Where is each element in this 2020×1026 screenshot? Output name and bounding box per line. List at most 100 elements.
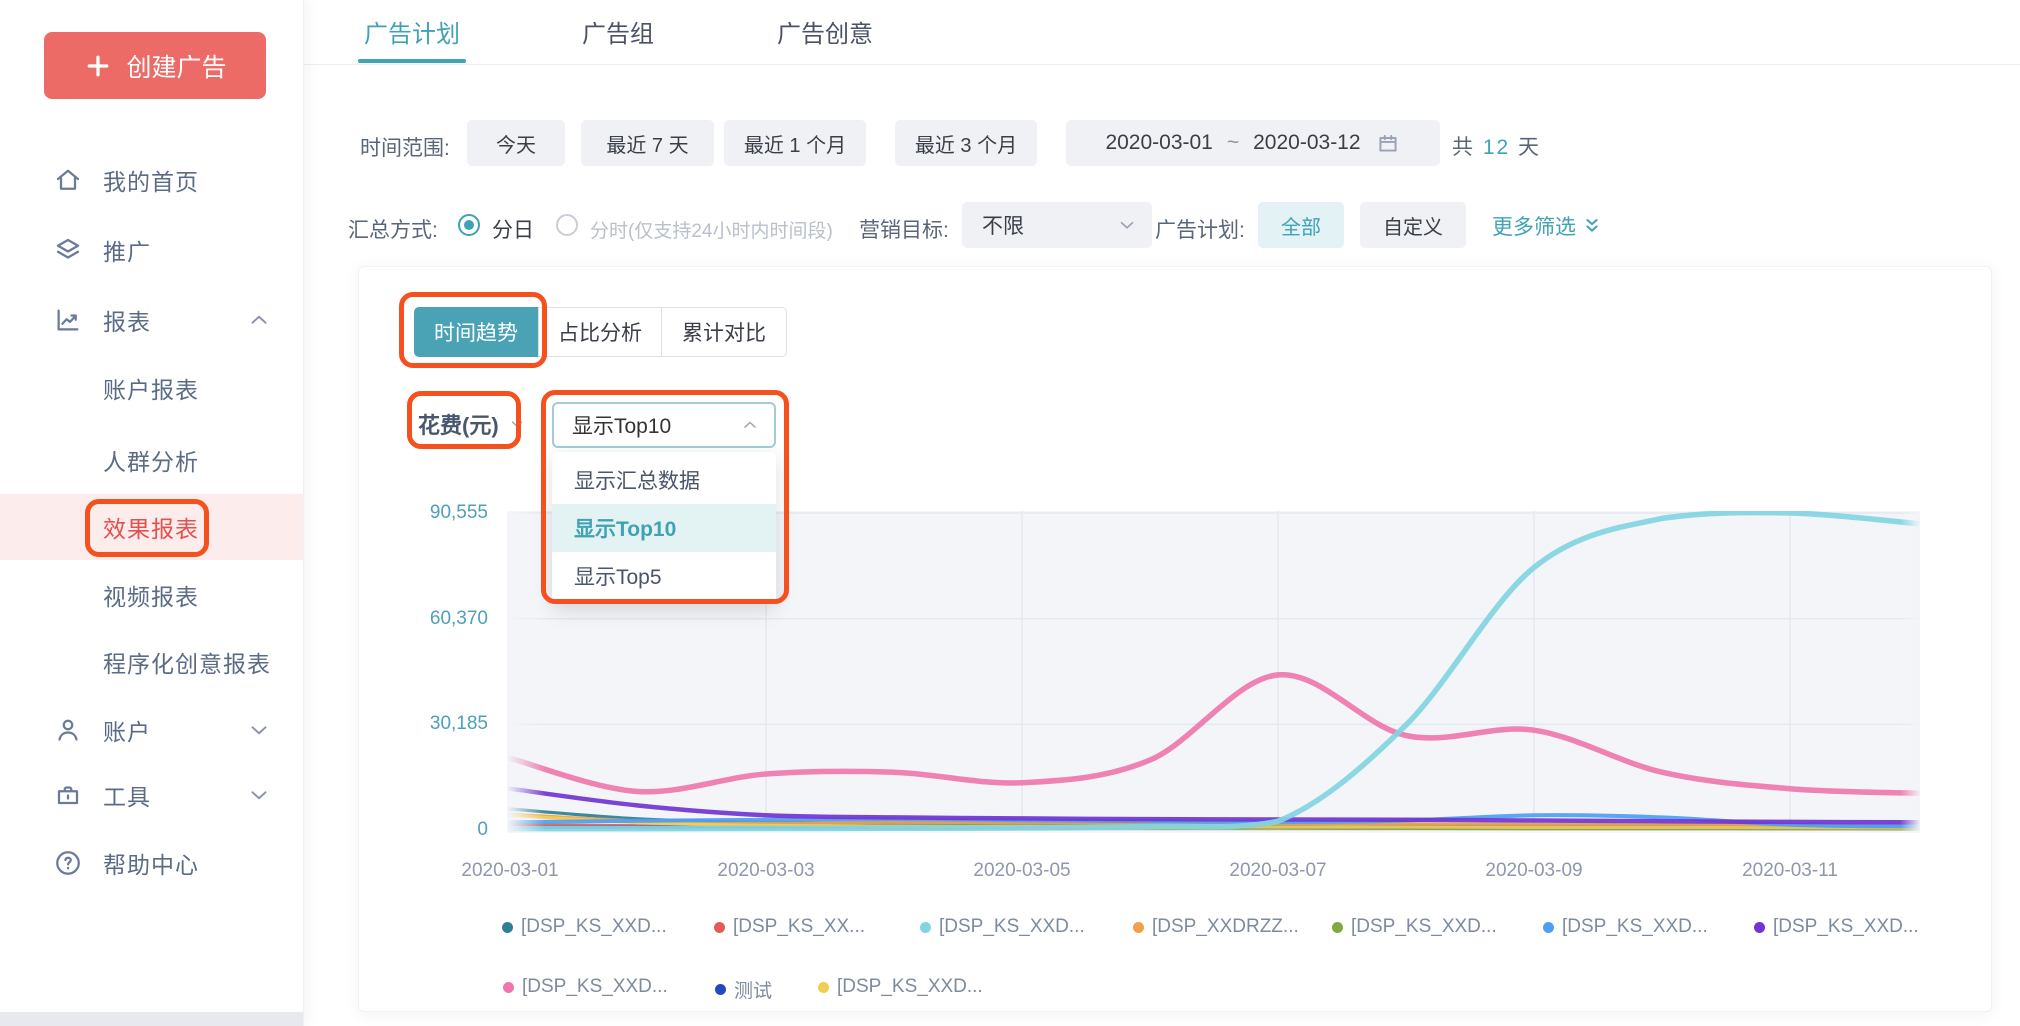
legend-label: [DSP_KS_XXD... xyxy=(1773,916,1919,938)
sidebar-item-label: 工具 xyxy=(103,778,151,812)
legend-item-6[interactable]: [DSP_KS_XXD... xyxy=(1754,916,1919,938)
chevron-down-icon xyxy=(246,717,272,743)
legend-dot xyxy=(1133,922,1144,933)
days-total-prefix: 共 xyxy=(1452,136,1475,159)
tab-ad-creative[interactable]: 广告创意 xyxy=(777,0,873,63)
more-filters-label: 更多筛选 xyxy=(1492,211,1576,241)
create-ad-label: 创建广告 xyxy=(126,48,226,84)
legend-item-2[interactable]: [DSP_KS_XXD... xyxy=(920,916,1085,938)
legend-dot xyxy=(1332,922,1343,933)
annotation-box-time-trend-tab xyxy=(399,292,547,368)
person-icon xyxy=(53,715,83,745)
sidebar-item-label: 我的首页 xyxy=(103,163,199,197)
x-axis-label: 2020-03-07 xyxy=(1193,860,1363,882)
chart-icon xyxy=(53,305,83,335)
y-axis-label: 90,555 xyxy=(378,502,488,524)
x-axis-label: 2020-03-03 xyxy=(681,860,851,882)
legend-label: [DSP_KS_XXD... xyxy=(521,916,667,938)
quick-range-button-1[interactable]: 最近 7 天 xyxy=(581,120,714,166)
date-range-button[interactable]: 2020-03-01 ~ 2020-03-12 xyxy=(1066,120,1440,166)
sidebar-bottom-strip xyxy=(0,1012,303,1026)
legend-item-8[interactable]: 测试 xyxy=(715,976,772,1003)
date-end: 2020-03-12 xyxy=(1253,131,1360,155)
annotation-box-top-dropdown xyxy=(541,390,789,604)
tab-ad-plan[interactable]: 广告计划 xyxy=(364,0,460,63)
x-axis-label: 2020-03-11 xyxy=(1705,860,1875,882)
legend-dot xyxy=(502,922,513,933)
sidebar-item-tools[interactable]: 工具 xyxy=(0,762,303,828)
radio-daily[interactable] xyxy=(458,214,480,236)
radio-hourly-label: 分时(仅支持24小时内时间段) xyxy=(590,216,833,243)
chevron-up-icon xyxy=(246,307,272,333)
more-filters-link[interactable]: 更多筛选 xyxy=(1492,211,1603,241)
legend-label: [DSP_KS_XXD... xyxy=(1562,916,1708,938)
legend-item-4[interactable]: [DSP_KS_XXD... xyxy=(1332,916,1497,938)
quick-range-button-2[interactable]: 最近 1 个月 xyxy=(724,120,866,166)
legend-dot xyxy=(1754,922,1765,933)
legend-label: [DSP_KS_XXD... xyxy=(1351,916,1497,938)
sidebar-item-promotion[interactable]: 推广 xyxy=(0,217,303,283)
legend-dot xyxy=(503,982,514,993)
legend-item-0[interactable]: [DSP_KS_XXD... xyxy=(502,916,667,938)
sidebar-item-label: 报表 xyxy=(103,303,151,337)
ad-plan-custom-button[interactable]: 自定义 xyxy=(1360,202,1466,248)
legend-dot xyxy=(1543,922,1554,933)
series-line-7 xyxy=(510,675,1918,794)
legend-item-7[interactable]: [DSP_KS_XXD... xyxy=(503,976,668,998)
home-icon xyxy=(53,165,83,195)
sidebar-item-label: 账户报表 xyxy=(103,371,199,405)
sidebar-item-help-center[interactable]: 帮助中心 xyxy=(0,830,303,896)
sidebar-item-account[interactable]: 账户 xyxy=(0,697,303,763)
sidebar-item-label: 帮助中心 xyxy=(103,846,199,880)
tab-ad-group[interactable]: 广告组 xyxy=(582,0,654,63)
marketing-goal-value: 不限 xyxy=(982,210,1024,240)
time-range-label: 时间范围: xyxy=(360,132,450,162)
quick-range-button-3[interactable]: 最近 3 个月 xyxy=(895,120,1037,166)
radio-daily-label: 分日 xyxy=(492,214,534,244)
marketing-goal-select[interactable]: 不限 xyxy=(962,202,1152,248)
sidebar-item-audience-analysis[interactable]: 人群分析 xyxy=(0,427,303,493)
days-count: 12 xyxy=(1483,136,1510,159)
app-root: 广告计划 广告组 广告创意 时间范围: 今天最近 7 天最近 1 个月最近 3 个月… xyxy=(0,0,2020,1026)
legend-label: [DSP_KS_XXD... xyxy=(837,976,983,998)
legend-item-1[interactable]: [DSP_KS_XX... xyxy=(714,916,865,938)
legend-dot xyxy=(920,922,931,933)
sidebar-item-label: 程序化创意报表 xyxy=(103,645,271,679)
create-ad-button[interactable]: 创建广告 xyxy=(44,32,266,99)
sidebar-item-reports[interactable]: 报表 xyxy=(0,287,303,353)
annotation-box-effect-report xyxy=(85,499,209,557)
legend-item-9[interactable]: [DSP_KS_XXD... xyxy=(818,976,983,998)
annotation-box-metric-selector xyxy=(407,391,521,449)
legend-label: [DSP_KS_XXD... xyxy=(939,916,1085,938)
chart-tab-cumulative-compare[interactable]: 累计对比 xyxy=(662,307,787,357)
sidebar-item-home-page[interactable]: 我的首页 xyxy=(0,147,303,213)
entity-tabbar: 广告计划 广告组 广告创意 xyxy=(304,0,2020,65)
sidebar-item-video-report[interactable]: 视频报表 xyxy=(0,562,303,628)
sidebar-item-programmatic-creative-report[interactable]: 程序化创意报表 xyxy=(0,629,303,695)
legend-item-5[interactable]: [DSP_KS_XXD... xyxy=(1543,916,1708,938)
chevron-down-icon xyxy=(1116,214,1138,236)
plus-icon xyxy=(83,51,113,81)
x-axis-label: 2020-03-09 xyxy=(1449,860,1619,882)
legend-dot xyxy=(715,984,726,995)
ad-plan-filter-label: 广告计划: xyxy=(1155,214,1245,244)
days-total-suffix: 天 xyxy=(1518,136,1541,159)
y-axis-label: 0 xyxy=(378,819,488,841)
ad-plan-all-button[interactable]: 全部 xyxy=(1258,202,1344,248)
radio-hourly[interactable] xyxy=(556,214,578,236)
chevron-down-icon xyxy=(246,782,272,808)
calendar-icon xyxy=(1375,130,1401,156)
sidebar-item-account-report[interactable]: 账户报表 xyxy=(0,355,303,421)
chart-tab-share-analysis[interactable]: 占比分析 xyxy=(538,307,662,357)
legend-item-3[interactable]: [DSP_XXDRZZ... xyxy=(1133,916,1299,938)
toolbox-icon xyxy=(53,780,83,810)
layers-icon xyxy=(53,235,83,265)
quick-range-button-0[interactable]: 今天 xyxy=(467,120,565,166)
legend-label: [DSP_XXDRZZ... xyxy=(1152,916,1299,938)
legend-label: [DSP_KS_XX... xyxy=(733,916,865,938)
double-chevron-down-icon xyxy=(1581,215,1603,237)
series-line-6 xyxy=(510,789,1918,823)
marketing-goal-label: 营销目标: xyxy=(859,214,949,244)
legend-label: [DSP_KS_XXD... xyxy=(522,976,668,998)
legend-label: 测试 xyxy=(734,976,772,1003)
